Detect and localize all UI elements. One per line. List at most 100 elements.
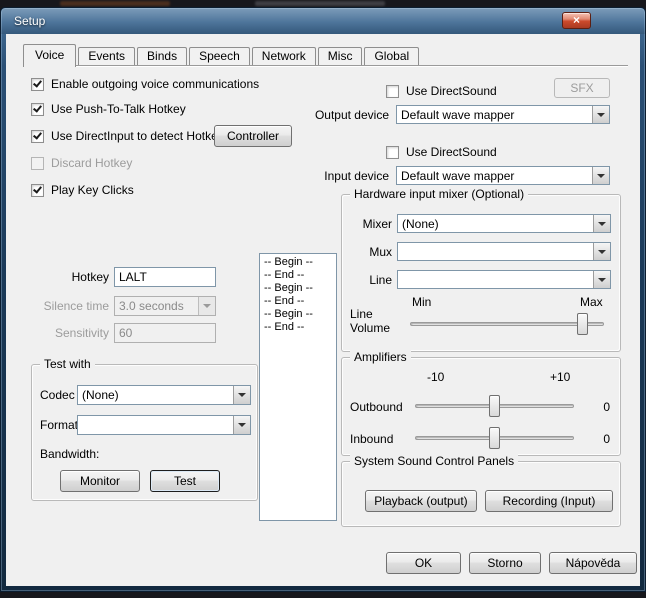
close-button[interactable]: × — [562, 12, 591, 29]
outbound-slider[interactable] — [412, 395, 577, 417]
slider-track[interactable] — [410, 322, 604, 326]
checkbox-box[interactable] — [31, 103, 44, 116]
checkmark-icon — [33, 184, 42, 193]
mixer-select[interactable]: (None) — [397, 214, 611, 233]
checkbox-use-directsound-output[interactable]: Use DirectSound — [386, 84, 497, 98]
checkbox-box[interactable] — [386, 85, 399, 98]
sfx-button: SFX — [554, 78, 610, 98]
test-with-group: Test with Codec (None) Format Bandwidth:… — [31, 364, 258, 501]
format-select[interactable] — [77, 415, 251, 435]
line-volume-slider[interactable] — [407, 313, 607, 335]
inbound-slider[interactable] — [412, 427, 577, 449]
dropdown-button[interactable] — [593, 215, 610, 232]
dropdown-button[interactable] — [233, 386, 250, 404]
hotkey-input[interactable] — [114, 267, 216, 287]
checkmark-icon — [33, 78, 42, 87]
begin-end-listbox[interactable]: -- Begin -- -- End -- -- Begin -- -- End… — [259, 253, 337, 521]
list-item[interactable]: -- End -- — [261, 269, 335, 282]
hotkey-label: Hotkey — [24, 270, 109, 284]
chevron-down-icon — [597, 174, 605, 178]
dropdown-button[interactable] — [593, 271, 610, 288]
output-device-select[interactable]: Default wave mapper — [396, 105, 610, 124]
mux-label: Mux — [346, 245, 392, 259]
tab-network[interactable]: Network — [252, 47, 316, 65]
chevron-down-icon — [238, 393, 246, 397]
titlebar[interactable]: Setup × — [1, 8, 645, 34]
test-button[interactable]: Test — [150, 470, 220, 492]
checkbox-box[interactable] — [386, 146, 399, 159]
tab-misc[interactable]: Misc — [318, 47, 363, 65]
format-label: Format — [40, 418, 78, 432]
help-button[interactable]: Nápověda — [549, 552, 637, 574]
tab-events[interactable]: Events — [78, 47, 135, 65]
slider-thumb[interactable] — [489, 395, 500, 417]
max-label: Max — [580, 295, 603, 309]
tab-voice[interactable]: Voice — [23, 44, 76, 67]
ok-button[interactable]: OK — [386, 552, 461, 574]
setup-dialog: Setup × Voice Events Binds Speech Networ… — [0, 7, 646, 592]
sensitivity-label: Sensitivity — [24, 326, 109, 340]
input-device-value: Default wave mapper — [397, 168, 592, 184]
checkbox-box[interactable] — [31, 78, 44, 91]
checkbox-enable-outgoing-voice[interactable]: Enable outgoing voice communications — [31, 77, 259, 91]
background-artifact — [255, 1, 385, 6]
list-item[interactable]: -- Begin -- — [261, 282, 335, 295]
checkbox-box[interactable] — [31, 130, 44, 143]
tab-speech[interactable]: Speech — [189, 47, 250, 65]
outbound-value: 0 — [590, 400, 610, 414]
mux-select[interactable] — [397, 242, 611, 261]
tab-strip: Voice Events Binds Speech Network Misc G… — [23, 42, 421, 65]
tab-page-border — [23, 65, 628, 67]
chevron-down-icon — [598, 222, 606, 226]
monitor-button[interactable]: Monitor — [60, 470, 140, 492]
dropdown-button[interactable] — [233, 416, 250, 434]
mixer-value: (None) — [398, 216, 593, 232]
dropdown-button[interactable] — [592, 106, 609, 123]
input-device-select[interactable]: Default wave mapper — [396, 166, 610, 185]
output-device-label: Output device — [309, 108, 389, 122]
dialog-body: Voice Events Binds Speech Network Misc G… — [6, 34, 640, 586]
system-sound-group: System Sound Control Panels Playback (ou… — [341, 461, 621, 527]
checkbox-play-key-clicks[interactable]: Play Key Clicks — [31, 183, 134, 197]
amplifiers-group: Amplifiers -10 +10 Outbound 0 Inbound 0 — [341, 357, 621, 456]
playback-output-button[interactable]: Playback (output) — [365, 490, 477, 512]
checkbox-label: Use DirectSound — [406, 84, 497, 98]
input-device-label: Input device — [309, 169, 389, 183]
checkbox-label: Enable outgoing voice communications — [51, 77, 259, 91]
checkbox-use-directsound-input[interactable]: Use DirectSound — [386, 145, 497, 159]
output-device-value: Default wave mapper — [397, 107, 592, 123]
controller-button[interactable]: Controller — [214, 125, 292, 147]
window-title: Setup — [14, 14, 45, 28]
chevron-down-icon — [238, 423, 246, 427]
chevron-down-icon — [598, 250, 606, 254]
list-item[interactable]: -- End -- — [261, 321, 335, 334]
group-title: Amplifiers — [350, 350, 411, 364]
checkbox-directinput-hotkey[interactable]: Use DirectInput to detect Hotkey — [31, 129, 224, 143]
chevron-down-icon — [203, 304, 211, 308]
line-select[interactable] — [397, 270, 611, 289]
cancel-button[interactable]: Storno — [469, 552, 541, 574]
codec-select[interactable]: (None) — [77, 385, 251, 405]
hardware-mixer-group: Hardware input mixer (Optional) Mixer (N… — [341, 194, 621, 352]
checkbox-box[interactable] — [31, 184, 44, 197]
recording-input-button[interactable]: Recording (Input) — [485, 490, 613, 512]
slider-thumb[interactable] — [489, 427, 500, 449]
checkbox-label: Discard Hotkey — [51, 156, 132, 170]
silence-time-label: Silence time — [24, 299, 109, 313]
dropdown-button[interactable] — [592, 167, 609, 184]
min-label: Min — [412, 295, 431, 309]
slider-thumb[interactable] — [577, 313, 588, 335]
list-item[interactable]: -- Begin -- — [261, 256, 335, 269]
mixer-label: Mixer — [346, 217, 392, 231]
bandwidth-label: Bandwidth: — [40, 447, 99, 461]
chevron-down-icon — [598, 278, 606, 282]
dropdown-button[interactable] — [593, 243, 610, 260]
tab-binds[interactable]: Binds — [137, 47, 187, 65]
amp-min-label: -10 — [427, 370, 444, 384]
chevron-down-icon — [597, 113, 605, 117]
tab-global[interactable]: Global — [364, 47, 419, 65]
line-volume-label: Line Volume — [350, 307, 396, 335]
checkbox-push-to-talk[interactable]: Use Push-To-Talk Hotkey — [31, 102, 186, 116]
list-item[interactable]: -- Begin -- — [261, 308, 335, 321]
list-item[interactable]: -- End -- — [261, 295, 335, 308]
